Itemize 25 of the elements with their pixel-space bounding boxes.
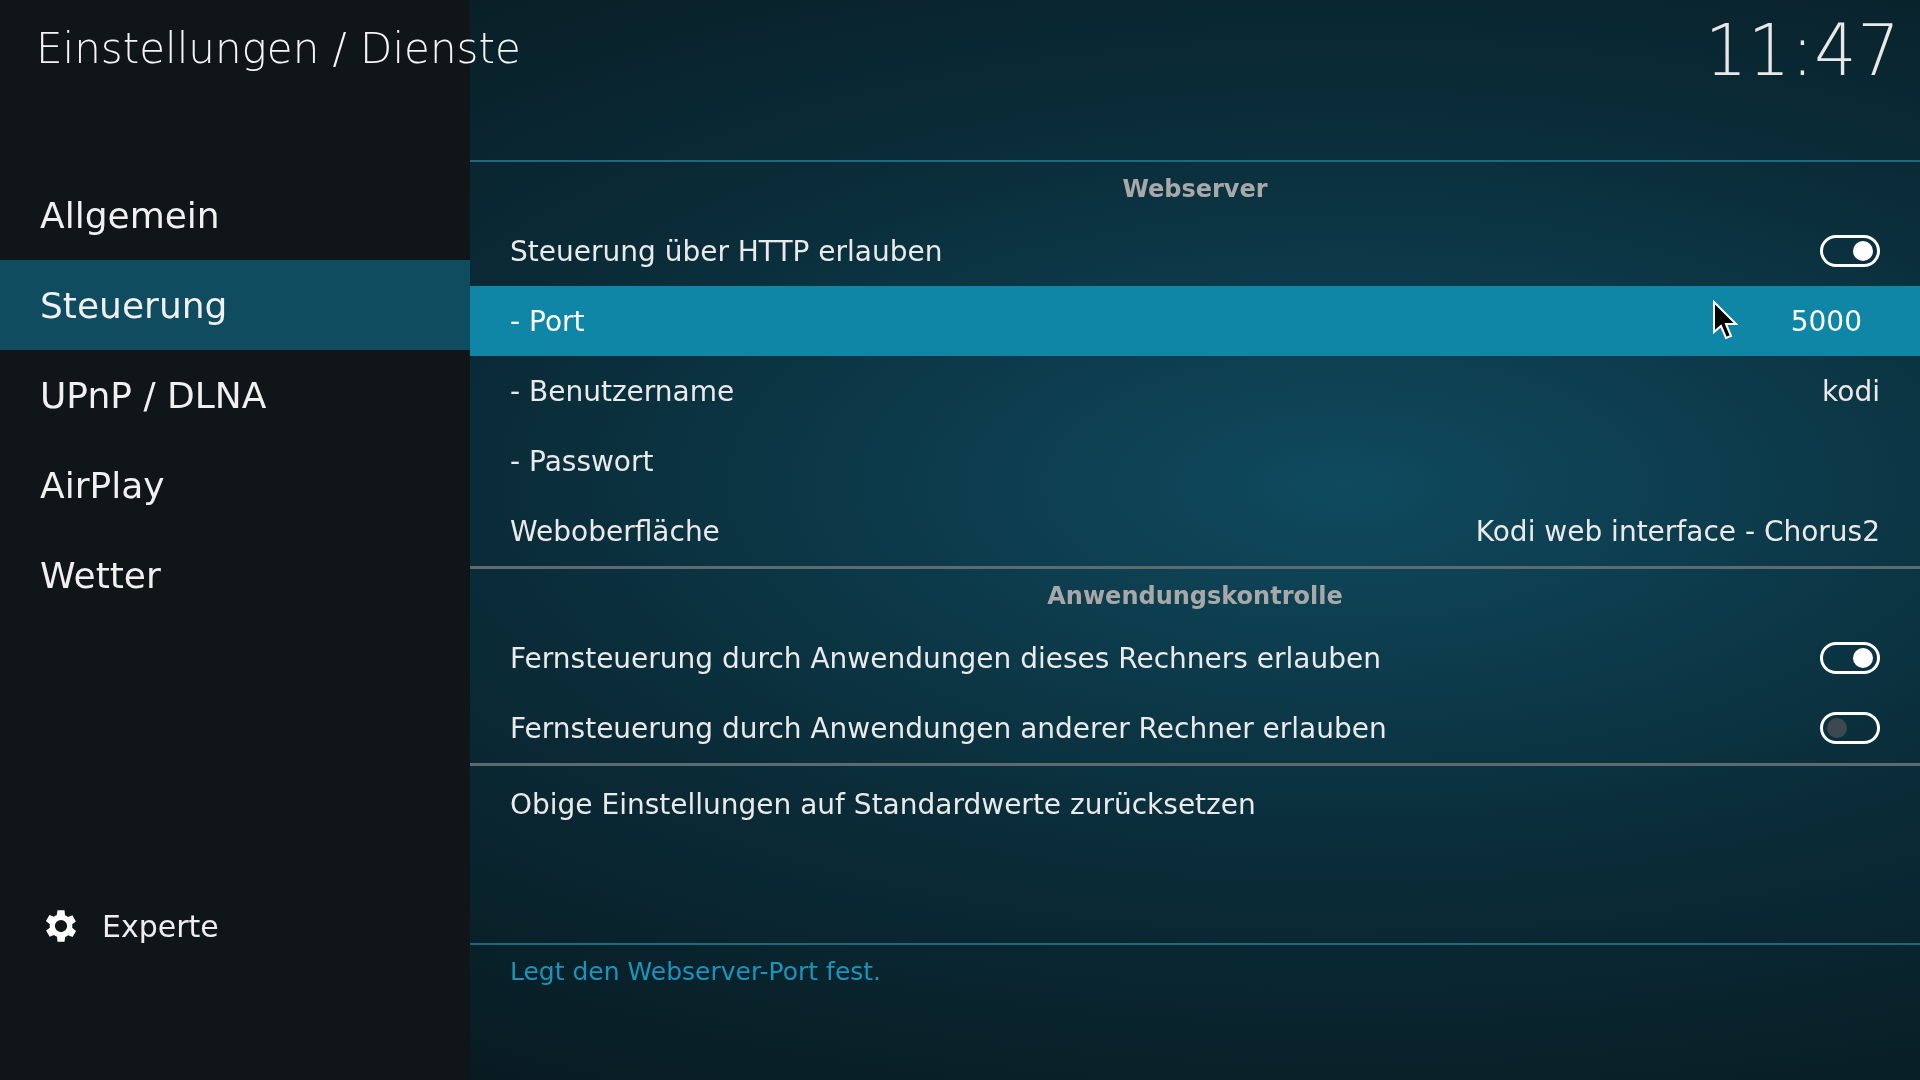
setting-row[interactable]: Steuerung über HTTP erlauben bbox=[470, 216, 1920, 286]
setting-row[interactable]: Obige Einstellungen auf Standardwerte zurücksetzen bbox=[470, 766, 1920, 842]
sidebar-item[interactable]: Allgemein bbox=[0, 170, 470, 260]
toggle-switch[interactable] bbox=[1820, 642, 1880, 674]
setting-row[interactable]: Fernsteuerung durch Anwendungen anderer Rechner erlauben bbox=[470, 693, 1920, 763]
setting-row[interactable]: - Passwort bbox=[470, 426, 1920, 496]
sidebar-item[interactable]: Steuerung bbox=[0, 260, 470, 350]
setting-value: kodi bbox=[1822, 374, 1880, 408]
setting-value: 5000 bbox=[1790, 304, 1862, 338]
setting-row[interactable]: Weboberfläche Kodi web interface - Chorus2 bbox=[470, 496, 1920, 566]
setting-row[interactable]: - Port 5000 bbox=[470, 286, 1920, 356]
help-text: Legt den Webserver-Port fest. bbox=[510, 957, 882, 986]
settings-level-button[interactable]: Experte bbox=[40, 905, 219, 947]
page-title: Einstellungen / Dienste bbox=[36, 23, 521, 75]
setting-row[interactable]: Fernsteuerung durch Anwendungen dieses Rechners erlauben bbox=[470, 623, 1920, 693]
section-header: Anwendungskontrolle bbox=[1046, 581, 1344, 612]
setting-value: Kodi web interface - Chorus2 bbox=[1475, 514, 1880, 548]
clock: 11:47 bbox=[1704, 8, 1900, 94]
sidebar-item[interactable]: AirPlay bbox=[0, 440, 470, 530]
section-header: Webserver bbox=[1121, 174, 1269, 205]
setting-row[interactable]: - Benutzername kodi bbox=[470, 356, 1920, 426]
sidebar-item[interactable]: UPnP / DLNA bbox=[0, 350, 470, 440]
toggle-switch[interactable] bbox=[1820, 712, 1880, 744]
sidebar-item[interactable]: Wetter bbox=[0, 530, 470, 620]
toggle-switch[interactable] bbox=[1820, 235, 1880, 267]
